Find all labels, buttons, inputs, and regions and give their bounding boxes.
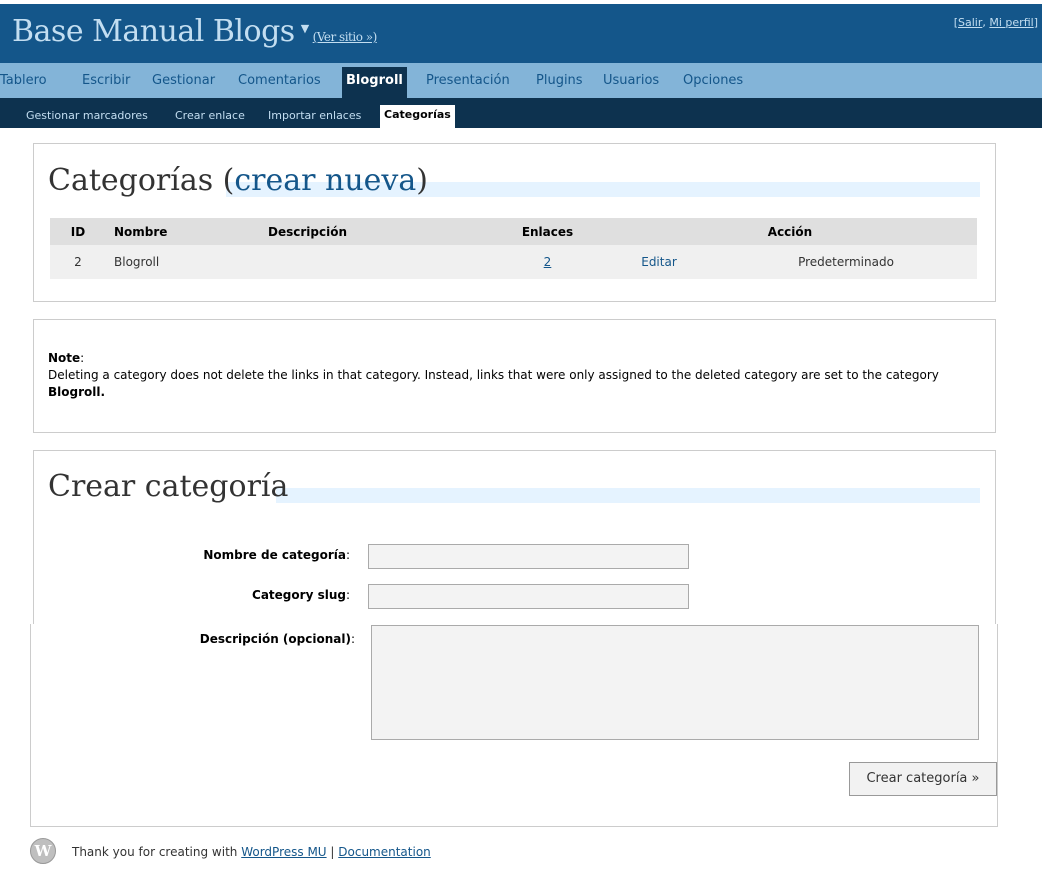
view-site-link[interactable]: (Ver sitio ») xyxy=(313,30,378,44)
create-new-category-link[interactable]: crear nueva xyxy=(234,163,416,198)
documentation-link[interactable]: Documentation xyxy=(338,845,431,859)
description-textarea[interactable] xyxy=(371,625,979,740)
menu-item-presentacion[interactable]: Presentación xyxy=(426,73,510,88)
categories-heading: Categorías (crear nueva) xyxy=(48,163,428,198)
create-category-heading: Crear categoría xyxy=(48,469,289,504)
edit-link[interactable]: Editar xyxy=(641,255,677,269)
column-header-name: Nombre xyxy=(106,218,260,245)
note-body: Deleting a category does not delete the … xyxy=(48,368,939,382)
user-links-bracket-close: ] xyxy=(1033,16,1038,29)
category-slug-label-text: Category slug xyxy=(252,588,346,602)
column-header-action: Acción xyxy=(603,218,977,245)
admin-header: Base Manual Blogs ▼ (Ver sitio ») [Salir, … xyxy=(0,4,1042,63)
logout-link[interactable]: Salir xyxy=(958,16,982,29)
footer-separator: | xyxy=(326,845,339,859)
links-count-link[interactable]: 2 xyxy=(544,255,552,269)
menu-item-blogroll[interactable]: Blogroll xyxy=(342,67,407,98)
profile-link[interactable]: Mi perfil xyxy=(989,16,1033,29)
create-category-button[interactable]: Crear categoría » xyxy=(849,762,997,796)
note-text: Note: Deleting a category does not delete… xyxy=(48,350,978,401)
description-label-text: Descripción (opcional) xyxy=(199,632,351,646)
column-header-id: ID xyxy=(50,218,106,245)
category-slug-input[interactable] xyxy=(368,584,689,609)
label-colon: : xyxy=(350,632,355,646)
note-bold-category: Blogroll. xyxy=(48,385,106,399)
wordpress-mu-link[interactable]: WordPress MU xyxy=(241,845,326,859)
cell-id: 2 xyxy=(50,245,106,279)
submenu-item-categorias[interactable]: Categorías xyxy=(380,105,455,128)
category-name-label-text: Nombre de categoría xyxy=(203,548,346,562)
categories-table: ID Nombre Descripción Enlaces Acción 2 B… xyxy=(50,218,977,279)
label-colon: : xyxy=(345,588,350,602)
category-name-label: Nombre de categoría: xyxy=(150,548,350,562)
submenu-item-gestionar-marcadores[interactable]: Gestionar marcadores xyxy=(26,109,148,122)
column-header-description: Descripción xyxy=(260,218,492,245)
menu-item-gestionar[interactable]: Gestionar xyxy=(152,73,215,88)
categories-heading-suffix: ) xyxy=(416,163,428,198)
note-label: Note xyxy=(48,351,81,365)
label-colon: : xyxy=(345,548,350,562)
table-header-row: ID Nombre Descripción Enlaces Acción xyxy=(50,218,977,245)
cell-default: Predeterminado xyxy=(715,245,977,279)
cell-description xyxy=(260,245,492,279)
note-colon: : xyxy=(80,351,85,365)
wordpress-logo-icon: W xyxy=(30,838,56,864)
table-row: 2 Blogroll 2 Editar Predeterminado xyxy=(50,245,977,279)
menu-item-tablero[interactable]: Tablero xyxy=(0,73,47,88)
blog-title-text: Base Manual Blogs xyxy=(12,14,295,49)
cell-edit: Editar xyxy=(603,245,715,279)
footer-text: Thank you for creating with WordPress MU… xyxy=(72,845,431,859)
menu-item-comentarios[interactable]: Comentarios xyxy=(238,73,321,88)
menu-item-usuarios[interactable]: Usuarios xyxy=(603,73,659,88)
main-menu: Tablero Escribir Gestionar Comentarios B… xyxy=(0,63,1042,98)
column-header-links: Enlaces xyxy=(492,218,603,245)
user-links: [Salir, Mi perfil] xyxy=(954,16,1038,29)
sub-menu: Gestionar marcadores Crear enlace Import… xyxy=(0,98,1042,128)
menu-item-plugins[interactable]: Plugins xyxy=(536,73,583,88)
category-name-input[interactable] xyxy=(368,544,689,569)
footer-thanks: Thank you for creating with xyxy=(72,845,242,859)
cell-name: Blogroll xyxy=(106,245,260,279)
cell-links: 2 xyxy=(492,245,603,279)
heading-underline xyxy=(276,488,980,503)
caret-down-icon[interactable]: ▼ xyxy=(301,22,309,35)
category-slug-label: Category slug: xyxy=(150,588,350,602)
submenu-item-importar-enlaces[interactable]: Importar enlaces xyxy=(268,109,361,122)
menu-item-opciones[interactable]: Opciones xyxy=(683,73,743,88)
categories-heading-prefix: Categorías ( xyxy=(48,163,235,198)
menu-item-escribir[interactable]: Escribir xyxy=(82,73,130,88)
description-label: Descripción (opcional): xyxy=(150,632,355,646)
submenu-item-crear-enlace[interactable]: Crear enlace xyxy=(175,109,245,122)
blog-title: Base Manual Blogs ▼ (Ver sitio ») xyxy=(12,14,377,49)
